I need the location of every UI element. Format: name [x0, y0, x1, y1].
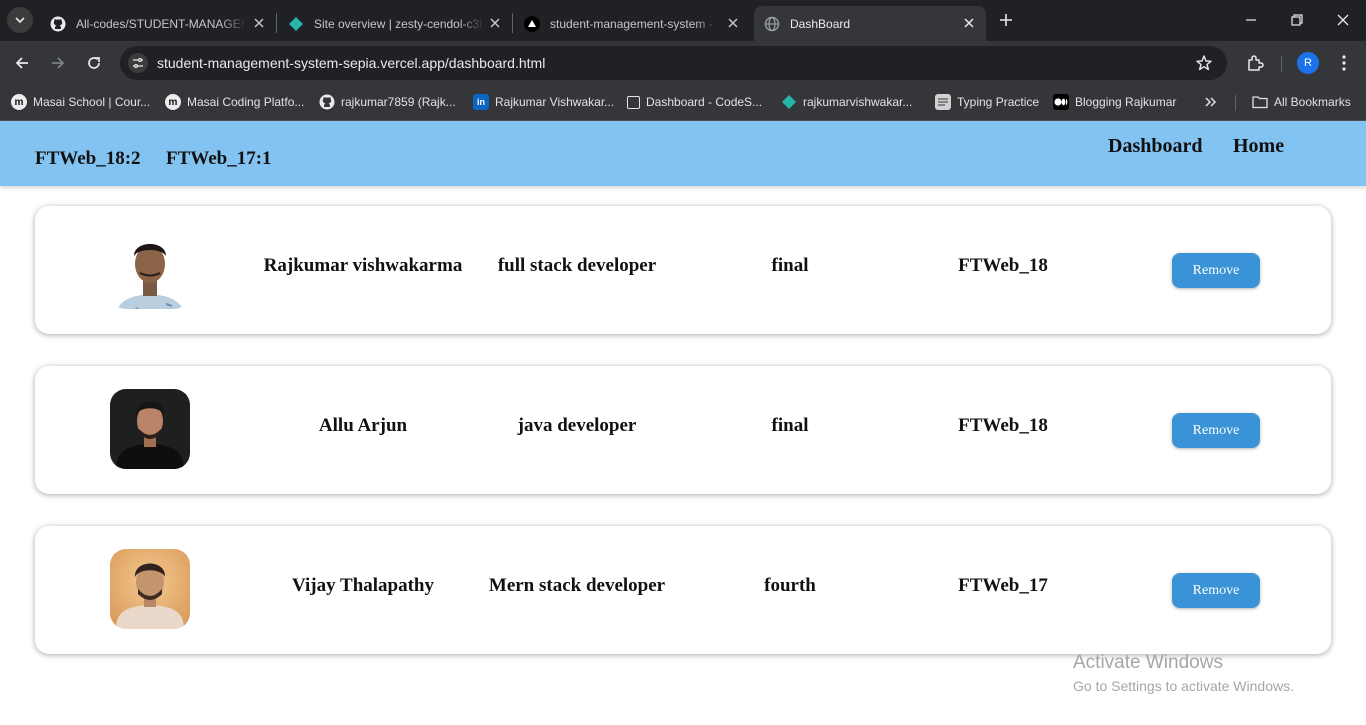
bookmark-label: Blogging Rajkumar	[1075, 95, 1177, 109]
bookmarks-divider	[1235, 95, 1236, 111]
extensions-puzzle-icon[interactable]	[1245, 53, 1265, 73]
watermark-subtitle: Go to Settings to activate Windows.	[1073, 678, 1294, 694]
remove-button[interactable]: Remove	[1172, 413, 1260, 448]
back-arrow-icon[interactable]	[13, 54, 31, 72]
restore-icon[interactable]	[1289, 12, 1305, 28]
close-icon[interactable]	[252, 16, 266, 30]
tab-search-button[interactable]	[7, 7, 33, 33]
more-menu-icon[interactable]	[1336, 54, 1352, 72]
address-bar[interactable]: student-management-system-sepia.vercel.a…	[120, 46, 1227, 80]
bookmark-label: rajkumarvishwakar...	[803, 95, 913, 109]
bookmark-label: rajkumar7859 (Rajk...	[341, 95, 456, 109]
remove-button[interactable]: Remove	[1172, 573, 1260, 608]
tab-title: All-codes/STUDENT-MANAGEMENT	[76, 16, 246, 31]
toolbar-divider	[1281, 56, 1282, 72]
tab-netlify[interactable]: Site overview | zesty-cendol-c3b	[278, 6, 512, 41]
forward-arrow-icon[interactable]	[49, 54, 67, 72]
browser-toolbar: student-management-system-sepia.vercel.a…	[0, 41, 1366, 85]
tab-divider	[512, 13, 513, 33]
bookmark-codesignal[interactable]: Dashboard - CodeS...	[627, 93, 762, 111]
bookmark-label: Rajkumar Vishwakar...	[495, 95, 615, 109]
student-batch: FTWeb_18	[958, 255, 1048, 276]
bookmark-blogging[interactable]: Blogging Rajkumar	[1053, 93, 1176, 111]
student-photo	[110, 549, 190, 629]
bookmark-label: All Bookmarks	[1274, 95, 1351, 109]
github-icon	[319, 94, 335, 110]
bookmark-netlify-site[interactable]: rajkumarvishwakar...	[781, 93, 912, 111]
tab-vercel[interactable]: student-management-system -	[514, 6, 750, 41]
activate-windows-watermark: Activate Windows Go to Settings to activ…	[1073, 652, 1294, 694]
github-icon	[50, 16, 66, 32]
nav-dashboard-link[interactable]: Dashboard	[1108, 135, 1202, 158]
student-batch: FTWeb_18	[958, 415, 1048, 436]
close-icon[interactable]	[962, 16, 976, 30]
bookmark-typing-practice[interactable]: Typing Practice	[935, 93, 1039, 111]
tab-title: Site overview | zesty-cendol-c3b	[314, 16, 484, 31]
student-batch: FTWeb_17	[958, 575, 1048, 596]
globe-icon	[764, 16, 780, 32]
netlify-icon	[288, 16, 304, 32]
url-text[interactable]: student-management-system-sepia.vercel.a…	[157, 55, 545, 71]
student-unit: final	[771, 415, 809, 436]
bookmark-label: Typing Practice	[957, 95, 1040, 109]
chevron-double-right-icon[interactable]	[1204, 94, 1218, 110]
tab-divider	[276, 13, 277, 33]
student-card: Allu Arjun java developer final FTWeb_18…	[35, 366, 1331, 494]
masai-icon: m	[165, 94, 181, 110]
student-course: java developer	[517, 415, 637, 436]
bookmark-label: Masai Coding Platfo...	[187, 95, 305, 109]
reload-icon[interactable]	[85, 54, 103, 72]
bookmark-github-profile[interactable]: rajkumar7859 (Rajk...	[319, 93, 456, 111]
bookmarks-bar: m Masai School | Cour... m Masai Coding …	[0, 85, 1366, 121]
minimize-icon[interactable]	[1243, 12, 1259, 28]
bookmark-label: Dashboard - CodeS...	[646, 95, 763, 109]
remove-button[interactable]: Remove	[1172, 253, 1260, 288]
site-settings-icon[interactable]	[128, 53, 148, 73]
student-unit: final	[771, 255, 809, 276]
linkedin-icon: in	[473, 94, 489, 110]
student-photo	[110, 229, 190, 309]
netlify-icon	[781, 94, 797, 110]
folder-icon	[1252, 94, 1268, 110]
student-photo	[110, 389, 190, 469]
window-close-icon[interactable]	[1335, 12, 1351, 28]
bookmark-linkedin[interactable]: in Rajkumar Vishwakar...	[473, 93, 614, 111]
tab-github[interactable]: All-codes/STUDENT-MANAGEMENT	[40, 6, 276, 41]
masai-icon: m	[11, 94, 27, 110]
tab-title: student-management-system -	[550, 16, 713, 31]
bookmark-star-icon[interactable]	[1195, 54, 1213, 72]
bookmark-masai-coding[interactable]: m Masai Coding Platfo...	[165, 93, 304, 111]
codesignal-icon	[627, 95, 640, 109]
close-icon[interactable]	[488, 16, 502, 30]
student-card: Rajkumar vishwakarma full stack develope…	[35, 206, 1331, 334]
watermark-title: Activate Windows	[1073, 652, 1223, 673]
chevron-down-icon	[15, 17, 25, 24]
tab-dashboard[interactable]: DashBoard	[754, 6, 986, 41]
student-name: Rajkumar vishwakarma	[263, 255, 463, 276]
site-navbar: FTWeb_18:2 FTWeb_17:1 Dashboard Home	[0, 121, 1366, 186]
nav-home-link[interactable]: Home	[1233, 135, 1284, 158]
vercel-icon	[524, 15, 540, 32]
batch-count-ftweb18: FTWeb_18:2	[35, 148, 141, 169]
bookmark-label: Masai School | Cour...	[33, 95, 151, 109]
tab-strip: All-codes/STUDENT-MANAGEMENT Site overvi…	[0, 0, 1366, 41]
student-name: Vijay Thalapathy	[291, 575, 435, 596]
student-course: full stack developer	[497, 255, 657, 276]
student-course: Mern stack developer	[488, 575, 666, 596]
typing-icon	[935, 94, 951, 110]
medium-icon	[1053, 94, 1069, 110]
all-bookmarks[interactable]: All Bookmarks	[1252, 93, 1351, 111]
student-unit: fourth	[764, 575, 816, 596]
tab-title: DashBoard	[790, 16, 851, 31]
student-card: Vijay Thalapathy Mern stack developer fo…	[35, 526, 1331, 654]
new-tab-plus-icon[interactable]	[996, 10, 1016, 30]
batch-count-ftweb17: FTWeb_17:1	[166, 148, 272, 169]
close-icon[interactable]	[726, 16, 740, 30]
profile-avatar[interactable]: R	[1297, 52, 1319, 74]
bookmark-masai-school[interactable]: m Masai School | Cour...	[11, 93, 150, 111]
student-name: Allu Arjun	[318, 415, 408, 436]
